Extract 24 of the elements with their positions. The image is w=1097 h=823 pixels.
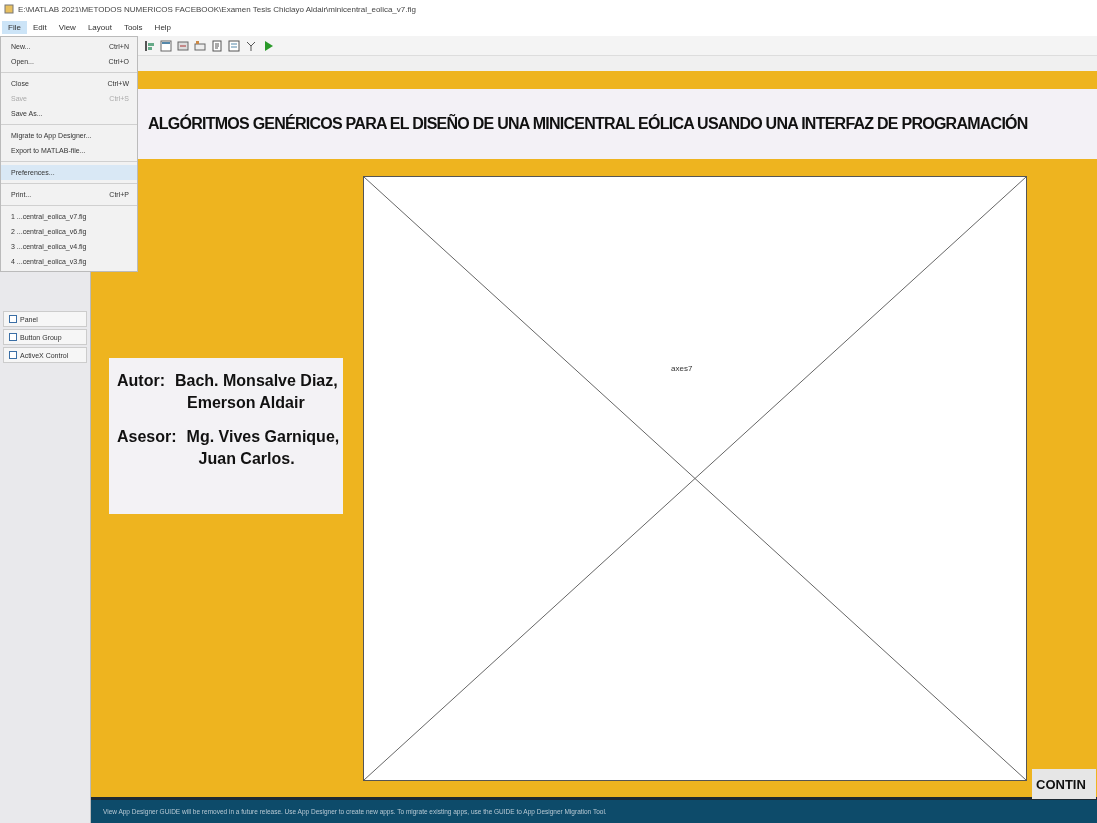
axes-tag: axes7 [671,364,693,373]
credit-name: Juan Carlos. [197,449,296,469]
credit-name: Bach. Monsalve Diaz, [175,371,338,391]
menu-item[interactable]: Tools [117,20,149,34]
align-icon[interactable] [143,39,155,52]
credit-name: Emerson Aldair [186,393,306,413]
credit-label: Autor: [117,371,165,391]
continue-button[interactable]: CONTIN [1032,769,1096,799]
window-title: E:\MATLAB 2021\METODOS NUMERICOS FACEBOOK\Examen Tesis Chiclayo Aldair\minicentral_eolica_v7.fig [18,4,416,14]
menu-editor-icon[interactable] [160,39,172,52]
component-icon [9,351,17,359]
figure-icon [4,4,14,14]
credit-name: Mg. Vives Garnique, [186,427,340,447]
menu-item[interactable]: View [52,20,82,34]
menu-item[interactable]: File [2,20,27,34]
component-icon [9,315,17,323]
menu-item[interactable]: Layout [81,20,118,34]
credit-label: Asesor: [117,427,177,447]
menu-item[interactable]: Help [148,20,178,34]
component-icon [9,333,17,341]
heading-text: ALGÓRITMOS GENÉRICOS PARA EL DISEÑO DE UNA MINICENTRAL EÓLICA USANDO UNA INTERFAZ DE PROGRAMACIÓN [148,115,1028,133]
menu-item[interactable]: Edit [26,20,53,34]
run-icon[interactable] [262,39,274,52]
editor-icon[interactable] [211,39,223,52]
